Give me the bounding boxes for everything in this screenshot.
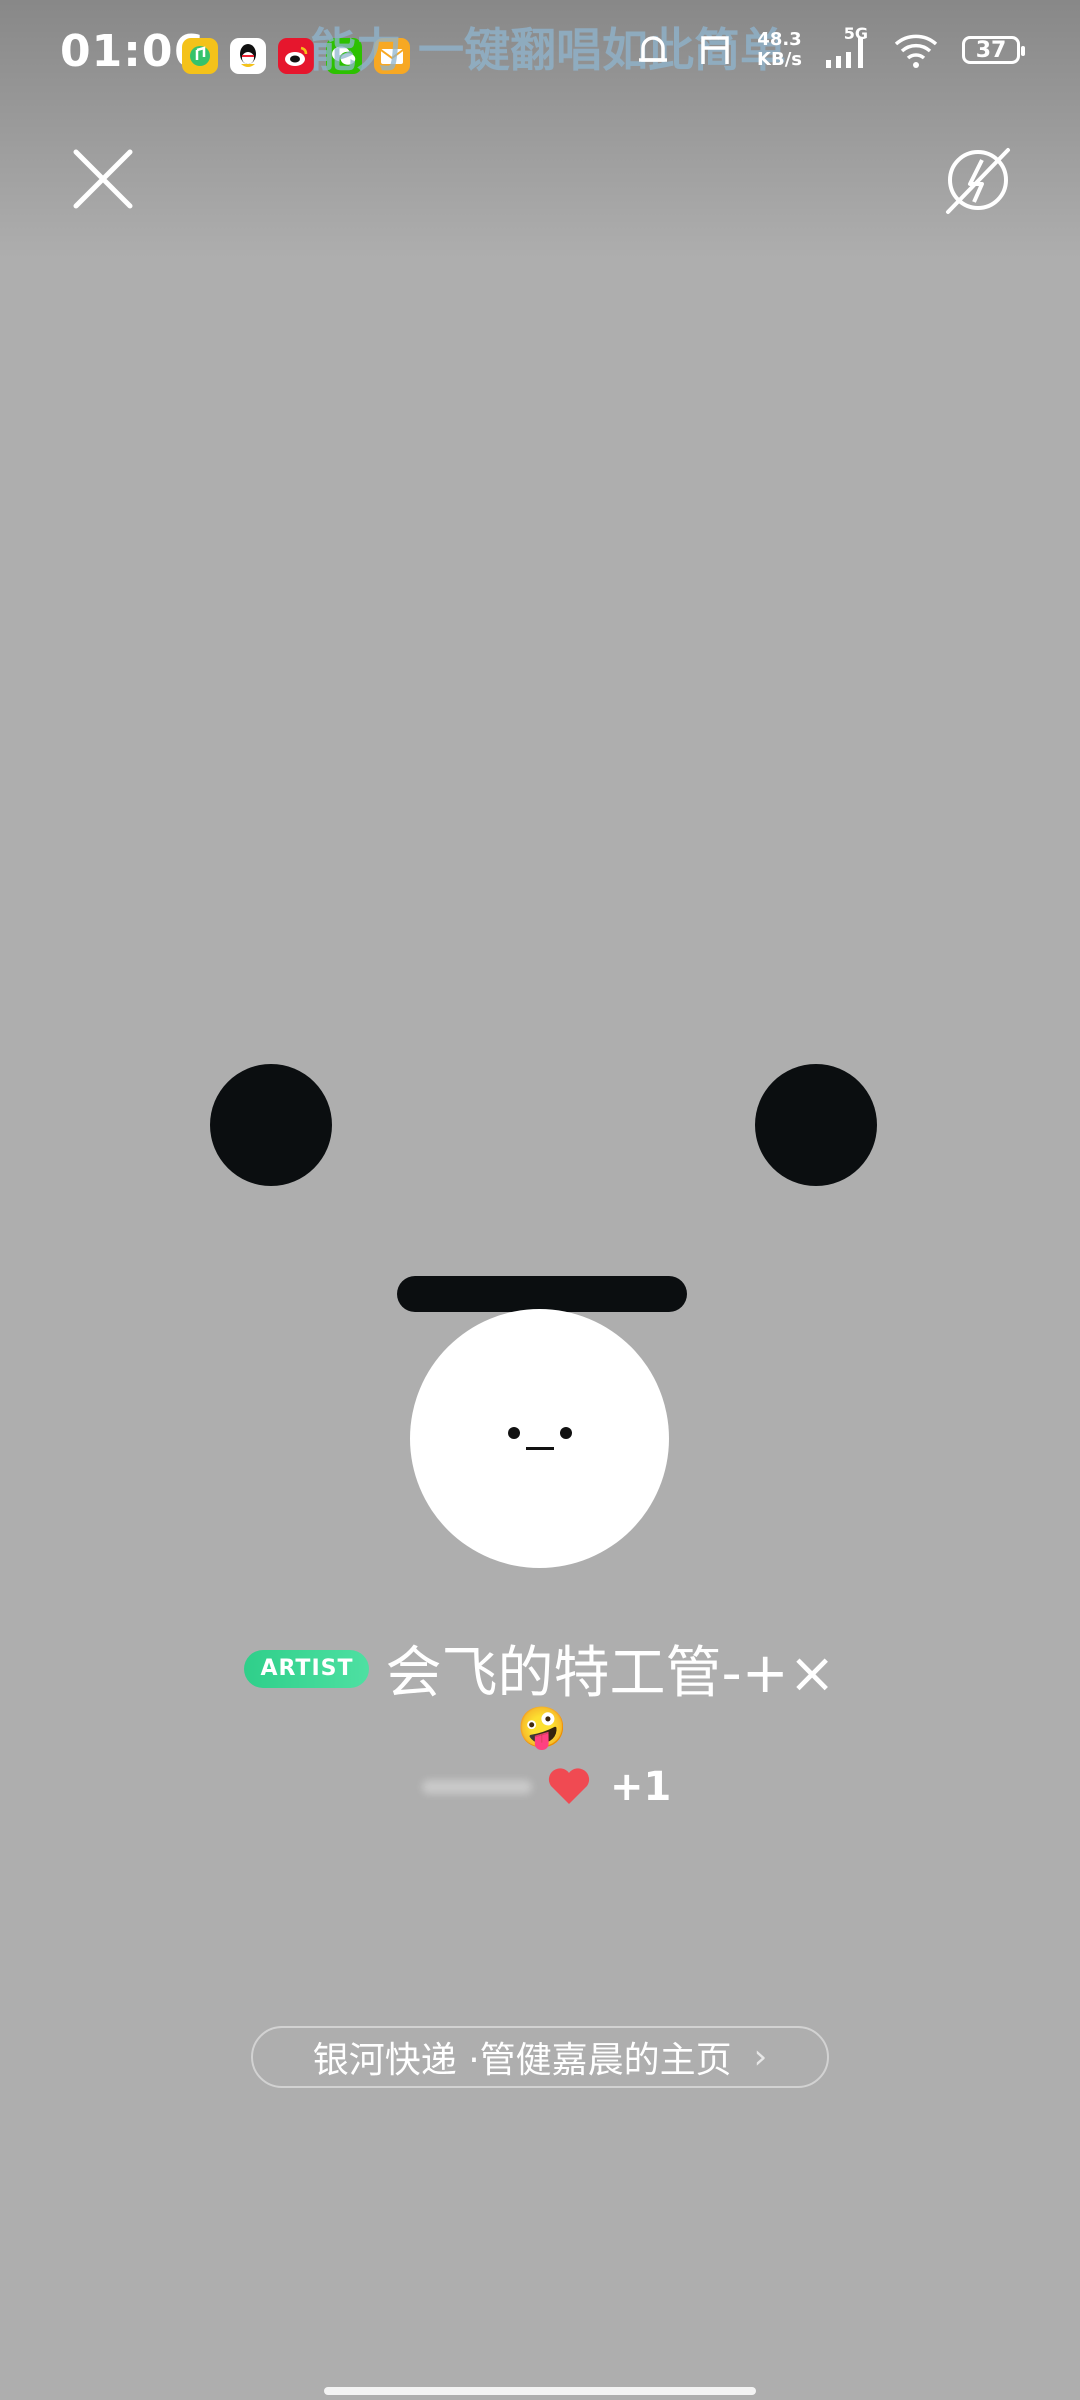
- wifi-icon: [894, 34, 938, 68]
- homepage-link-text: 银河快递 ·管健嘉晨的主页: [312, 2040, 732, 2081]
- background-face-mouth: [397, 1276, 687, 1312]
- avatar-right-eye: [560, 1427, 572, 1439]
- status-emoji: 🤪: [517, 1705, 567, 1751]
- likes-row[interactable]: +1: [410, 1758, 710, 1814]
- close-icon[interactable]: [68, 144, 138, 214]
- profile-name-row: ARTIST 会飞的特工管-+×: [0, 1628, 1080, 1709]
- blurred-liker-avatars: [422, 1780, 532, 1794]
- music-app-icon: [182, 38, 218, 74]
- avatar-left-eye: [508, 1427, 520, 1439]
- home-indicator[interactable]: [324, 2387, 756, 2395]
- effects-off-icon[interactable]: [942, 140, 1014, 220]
- background-face-left-eye: [210, 1064, 332, 1186]
- avatar-mouth: [526, 1447, 554, 1450]
- signal-bars-icon: [826, 38, 863, 68]
- cellular-signal: 5G: [824, 24, 870, 70]
- likes-extra-count: +1: [610, 1764, 672, 1810]
- status-bar: 01:06 能力 一键翻唱如此简单 48.3 KB/s 5G 37: [0, 0, 1080, 115]
- battery-indicator: 37: [962, 36, 1025, 64]
- bell-outline-icon: [639, 36, 668, 62]
- network-speed-value: 48.3: [757, 29, 802, 50]
- chevron-right-icon: ›: [753, 2037, 768, 2077]
- heart-icon: [548, 1768, 590, 1804]
- artist-badge: ARTIST: [244, 1649, 370, 1688]
- qq-icon: [230, 38, 266, 74]
- status-right-cluster: 48.3 KB/s 5G 37: [633, 24, 1025, 70]
- profile-username: 会飞的特工管-+×: [385, 1641, 836, 1706]
- background-face-right-eye: [755, 1064, 877, 1186]
- network-speed: 48.3 KB/s: [757, 30, 802, 70]
- nfc-icon: [701, 36, 729, 64]
- weibo-icon: [278, 38, 314, 74]
- network-speed-unit: KB/s: [757, 49, 802, 70]
- avatar[interactable]: [410, 1309, 669, 1568]
- homepage-link-button[interactable]: 银河快递 ·管健嘉晨的主页 ›: [251, 2026, 829, 2088]
